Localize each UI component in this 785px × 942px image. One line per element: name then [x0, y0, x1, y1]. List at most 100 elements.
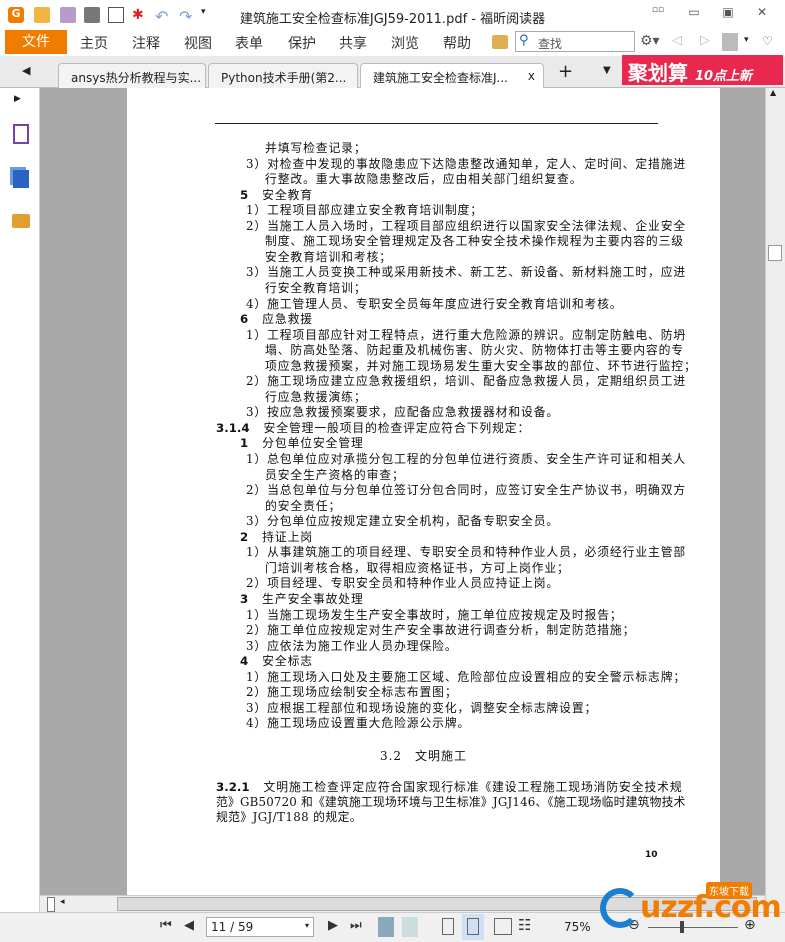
menu-home[interactable]: 主页	[80, 33, 108, 53]
list-item-continuation: 制度、施工现场安全管理规定及各工种安全技术操作规程为主要内容的三级	[265, 234, 684, 249]
comments-icon[interactable]	[12, 214, 30, 228]
tab-ansys[interactable]: ansys热分析教程与实...	[58, 63, 206, 88]
list-item-continuation: 行安全教育培训；	[265, 280, 367, 295]
list-item: 3）对检查中发现的事故隐患应下达隐患整改通知单，定人、定时间、定措施进	[246, 156, 687, 171]
minimize-button[interactable]: ▭	[684, 5, 704, 23]
list-item-continuation: 门培训考核合格，取得相应资格证书，方可上岗作业；	[265, 560, 570, 575]
menu-form[interactable]: 表单	[235, 33, 263, 53]
pages-thumbnail-icon[interactable]	[13, 170, 29, 188]
continuous-facing-view-icon[interactable]: ☷	[518, 916, 531, 934]
tab-jgj59[interactable]: 建筑施工安全检查标准J... x	[360, 63, 544, 89]
bookmark-icon[interactable]	[13, 124, 29, 144]
back-icon[interactable]: ◁	[672, 33, 682, 48]
user-avatar[interactable]	[722, 33, 738, 51]
list-item-continuation: 员安全生产资格的审查；	[265, 467, 405, 482]
collapse-ribbon-icon[interactable]: ♡	[762, 34, 773, 48]
list-item-continuation: 塌、防高处坠落、防起重及机械伤害、防火灾、防物体打击等主要内容的专	[265, 343, 684, 358]
heading-text: 应急救援	[262, 312, 313, 327]
menu-browse[interactable]: 浏览	[391, 33, 419, 53]
tab-python[interactable]: Python技术手册(第2...	[208, 63, 358, 88]
page-dropdown-icon[interactable]: ▾	[305, 921, 309, 930]
list-item: 3）当施工人员变换工种或采用新技术、新工艺、新设备、新材料施工时，应进	[246, 265, 687, 280]
paragraph-line: 3.2.1 文明施工检查评定应符合国家现行标准《建设工程施工现场消防安全技术规	[216, 780, 683, 794]
heading-text: 持证上岗	[262, 529, 313, 544]
document-viewer: 并填写检查记录； 3）对检查中发现的事故隐患应下达隐患整改通知单，定人、定时间、定…	[40, 88, 765, 895]
ad-sub-text: 10点上新	[694, 69, 753, 84]
heading-number: 1	[240, 436, 249, 451]
watermark-logo-icon	[600, 888, 640, 928]
first-page-button[interactable]: ⏮	[160, 918, 172, 933]
heading-number: 3.1.4	[216, 420, 250, 435]
page-number-input[interactable]: 11 / 59 ▾	[206, 917, 314, 937]
heading-number: 6	[240, 312, 249, 327]
tab-list-dropdown-icon[interactable]: ▼	[603, 65, 611, 76]
list-item: 1）工程项目部应针对工程特点，进行重大危险源的辨识。应制定防触电、防坍	[246, 327, 687, 342]
subsection-heading: 1 分包单位安全管理	[240, 436, 364, 451]
menu-share[interactable]: 共享	[339, 33, 367, 53]
menu-comment[interactable]: 注释	[132, 33, 160, 53]
menu-help[interactable]: 帮助	[443, 33, 471, 53]
heading-text: 生产安全事故处理	[262, 591, 364, 606]
continuous-view-button[interactable]	[462, 914, 484, 940]
scroll-left-icon[interactable]: ◂	[60, 897, 65, 907]
search-input[interactable]: ⚲ 查找	[515, 31, 635, 52]
folder-search-icon[interactable]	[492, 35, 508, 49]
vertical-scroll-thumb[interactable]	[768, 245, 782, 261]
vertical-scrollbar[interactable]: ▲	[765, 88, 785, 912]
previous-view-icon[interactable]	[378, 917, 394, 937]
new-tab-button[interactable]: +	[558, 61, 573, 82]
list-item: 3）应依法为施工作业人员办理保险。	[246, 638, 458, 653]
list-item: 2）施工现场应绘制安全标志布置图；	[246, 685, 458, 700]
scroll-up-icon[interactable]: ▲	[770, 88, 776, 97]
section-heading: 3.2 文明施工	[379, 749, 468, 763]
list-item: 4）施工现场应设置重大危险源公示牌。	[246, 716, 471, 731]
list-item-continuation: 安全教育培训和考核；	[265, 249, 392, 264]
single-page-view-icon[interactable]	[442, 918, 454, 935]
scroll-left-handle[interactable]	[47, 897, 55, 912]
clause-number: 3.2.1	[216, 780, 250, 794]
search-icon: ⚲	[519, 33, 529, 48]
list-item-continuation: 行应急救援演练；	[265, 389, 367, 404]
heading-text: 分包单位安全管理	[262, 436, 364, 451]
list-item: 1）工程项目部应建立安全教育培训制度；	[246, 203, 483, 218]
heading-text: 安全标志	[262, 654, 313, 669]
tab-scroll-left-icon[interactable]: ◀	[22, 64, 30, 77]
tab-label: Python技术手册(第2...	[221, 71, 347, 85]
next-view-icon[interactable]	[402, 917, 418, 937]
heading-number: 3	[240, 591, 249, 606]
list-item: 3）应根据工程部位和现场设施的变化，调整安全标志牌设置；	[246, 700, 598, 715]
last-page-button[interactable]: ⏭	[350, 918, 362, 933]
menu-protect[interactable]: 保护	[288, 33, 316, 53]
list-item: 3）分包单位应按规定建立安全机构，配备专职安全员。	[246, 514, 560, 529]
subsection-heading: 2 持证上岗	[240, 530, 313, 545]
left-sidebar: ▶	[0, 88, 43, 912]
expand-panel-icon[interactable]: ▶	[14, 94, 21, 104]
forward-icon[interactable]: ▷	[700, 33, 710, 48]
file-menu-button[interactable]: 文件	[5, 30, 67, 54]
ad-main-text: 聚划算	[628, 61, 688, 85]
header-rule	[215, 123, 658, 124]
list-item-continuation: 的安全责任；	[265, 498, 342, 513]
uzzf-watermark: uzzf.com 东坡下载	[598, 878, 782, 934]
facing-view-icon[interactable]	[494, 918, 512, 935]
list-item: 2）当施工人员入场时，工程项目部应组织进行以国家安全法律法规、企业安全	[246, 218, 687, 233]
tab-label: ansys热分析教程与实...	[71, 71, 202, 85]
list-item: 3）按应急救援预案要求，应配备应急救援器材和设备。	[246, 405, 560, 420]
previous-page-button[interactable]: ◀	[184, 918, 194, 933]
heading-text: 安全教育	[262, 187, 313, 202]
ad-banner[interactable]: 聚划算 10点上新	[622, 55, 783, 85]
pdf-page: 并填写检查记录； 3）对检查中发现的事故隐患应下达隐患整改通知单，定人、定时间、定…	[127, 88, 720, 895]
close-button[interactable]: ✕	[752, 5, 772, 23]
menu-view[interactable]: 视图	[184, 33, 212, 53]
next-page-button[interactable]: ▶	[328, 918, 338, 933]
subsection-heading: 5 安全教育	[240, 188, 313, 203]
maximize-button[interactable]: ▣	[718, 5, 738, 23]
restore-layout-icon[interactable]: ▫▫	[648, 5, 668, 23]
heading-text: 安全管理一般项目的检查评定应符合下列规定：	[263, 420, 531, 435]
heading-number: 5	[240, 187, 249, 202]
user-dropdown-icon[interactable]: ▾	[744, 35, 749, 45]
settings-gear-icon[interactable]: ⚙▾	[640, 33, 660, 49]
subsection-heading: 6 应急救援	[240, 312, 313, 327]
tab-close-button[interactable]: x	[528, 69, 535, 83]
title-bar: G ✱ ↶ ↷ ▾ 建筑施工安全检查标准JGJ59-2011.pdf - 福昕阅…	[0, 0, 785, 30]
